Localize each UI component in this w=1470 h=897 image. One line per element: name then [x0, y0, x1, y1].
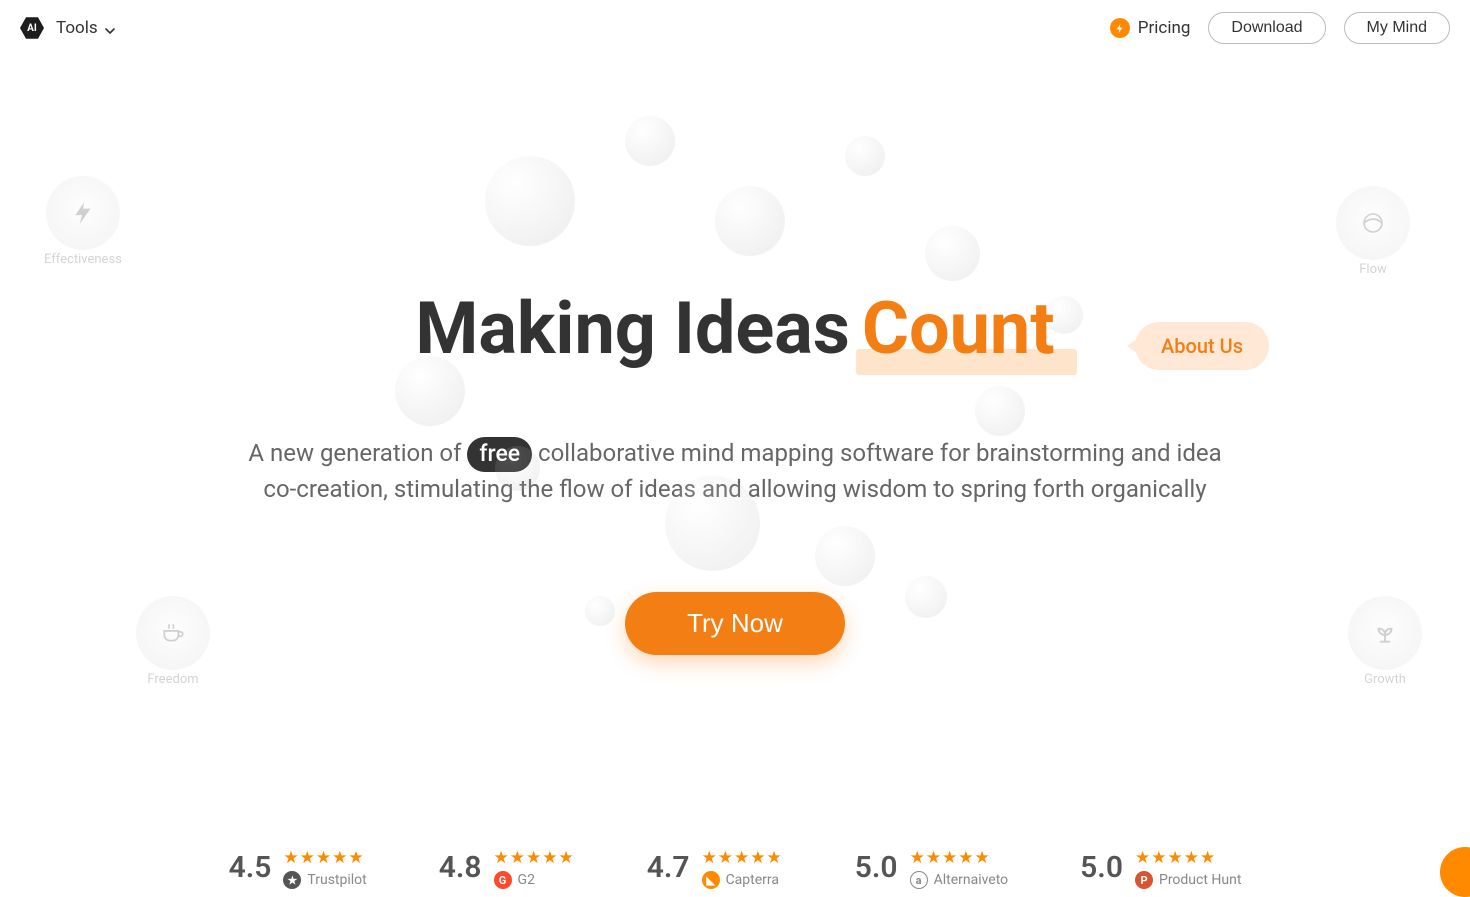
logo-badge[interactable]: AI [20, 16, 44, 40]
rating-source: ◣ Capterra [702, 871, 783, 889]
header-nav: AI Tools Pricing Download My Mind [0, 0, 1470, 56]
feature-freedom: Freedom [136, 596, 210, 687]
try-now-button[interactable]: Try Now [625, 592, 845, 655]
producthunt-icon: P [1135, 871, 1153, 889]
ratings-row: 4.5 ★★★★★ ★ Trustpilot 4.8 ★★★★★ G G2 4.… [0, 850, 1470, 889]
rating-capterra[interactable]: 4.7 ★★★★★ ◣ Capterra [647, 850, 783, 889]
feature-growth: Growth [1348, 596, 1422, 687]
globe-icon [1336, 186, 1410, 260]
feature-label: Freedom [147, 672, 198, 687]
hero-headline: Making Ideas Count [415, 286, 1054, 371]
feature-label: Growth [1364, 672, 1406, 687]
rating-score: 4.7 [647, 850, 690, 885]
feature-label: Effectiveness [44, 252, 122, 267]
pricing-link[interactable]: Pricing [1110, 18, 1191, 38]
stars-icon: ★★★★★ [910, 850, 1009, 867]
my-mind-button[interactable]: My Mind [1344, 12, 1450, 44]
stars-icon: ★★★★★ [283, 850, 366, 867]
about-us-bubble[interactable]: About Us [1135, 322, 1269, 370]
rating-g2[interactable]: 4.8 ★★★★★ G G2 [439, 850, 575, 889]
rating-score: 5.0 [1080, 850, 1123, 885]
alternativeto-icon: a [910, 871, 928, 889]
feature-effectiveness: Effectiveness [44, 176, 122, 267]
rating-score: 4.8 [439, 850, 482, 885]
feature-label: Flow [1359, 262, 1387, 277]
header-right: Pricing Download My Mind [1110, 12, 1450, 44]
headline-prefix: Making Ideas [415, 286, 849, 371]
rating-col: ★★★★★ G G2 [494, 850, 575, 889]
rating-source: P Product Hunt [1135, 871, 1241, 889]
rating-col: ★★★★★ ◣ Capterra [702, 850, 783, 889]
feature-flow: Flow [1336, 186, 1410, 277]
stars-icon: ★★★★★ [702, 850, 783, 867]
rating-source-label: Trustpilot [307, 872, 366, 888]
pricing-bolt-icon [1110, 18, 1130, 38]
rating-source-label: Alternaiveto [934, 872, 1009, 888]
rating-trustpilot[interactable]: 4.5 ★★★★★ ★ Trustpilot [229, 850, 367, 889]
cup-icon [136, 596, 210, 670]
rating-col: ★★★★★ ★ Trustpilot [283, 850, 366, 889]
rating-score: 4.5 [229, 850, 272, 885]
headline-accent: Count [862, 286, 1055, 371]
plant-icon [1348, 596, 1422, 670]
rating-col: ★★★★★ a Alternaiveto [910, 850, 1009, 889]
pricing-label: Pricing [1138, 18, 1191, 38]
trustpilot-icon: ★ [283, 871, 301, 889]
logo-text: AI [27, 23, 37, 34]
rating-source: ★ Trustpilot [283, 871, 366, 889]
rating-col: ★★★★★ P Product Hunt [1135, 850, 1241, 889]
rating-source-label: Capterra [726, 872, 779, 888]
rating-source-label: Product Hunt [1159, 872, 1241, 888]
tools-dropdown[interactable]: Tools [56, 18, 116, 38]
rating-score: 5.0 [855, 850, 898, 885]
hero-section: Effectiveness Flow Freedom Growth Making… [0, 56, 1470, 776]
hero-subtitle: A new generation of free collaborative m… [235, 436, 1235, 507]
chevron-down-icon [104, 22, 116, 34]
free-pill: free [467, 437, 532, 472]
rating-source: G G2 [494, 871, 575, 889]
rating-alternativeto[interactable]: 5.0 ★★★★★ a Alternaiveto [855, 850, 1008, 889]
stars-icon: ★★★★★ [494, 850, 575, 867]
capterra-icon: ◣ [702, 871, 720, 889]
download-button[interactable]: Download [1208, 12, 1325, 44]
rating-source: a Alternaiveto [910, 871, 1009, 889]
rating-producthunt[interactable]: 5.0 ★★★★★ P Product Hunt [1080, 850, 1241, 889]
bolt-icon [46, 176, 120, 250]
stars-icon: ★★★★★ [1135, 850, 1241, 867]
rating-source-label: G2 [518, 872, 535, 888]
g2-icon: G [494, 871, 512, 889]
header-left: AI Tools [20, 16, 116, 40]
tools-label: Tools [56, 18, 98, 38]
subtitle-before: A new generation of [248, 439, 461, 467]
